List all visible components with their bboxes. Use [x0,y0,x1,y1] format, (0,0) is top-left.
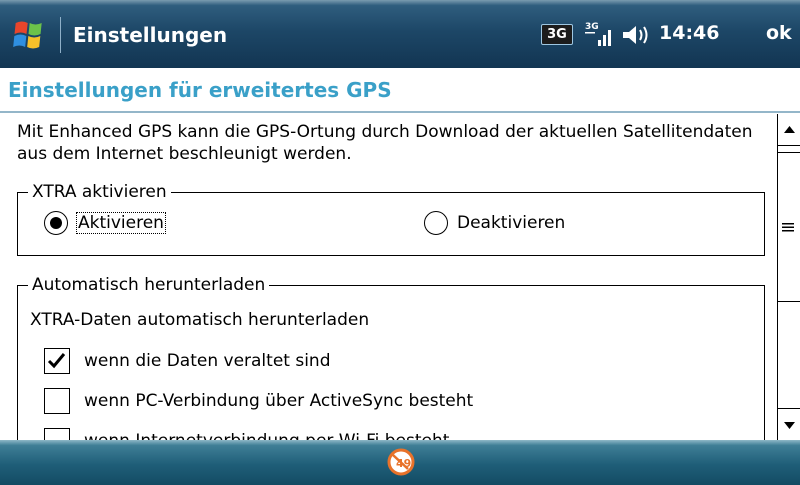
checkbox-activesync-label[interactable]: wenn PC-Verbindung über ActiveSync beste… [84,391,473,411]
description-text: Mit Enhanced GPS kann die GPS-Ortung dur… [17,122,753,164]
clock[interactable]: 14:46 [659,22,719,44]
scroll-down-button[interactable] [778,408,800,440]
svg-text:3G: 3G [585,22,599,32]
auto-download-group: Automatisch herunterladen XTRA-Daten aut… [17,274,765,440]
windows-start-icon[interactable] [6,14,58,56]
scroll-grip-icon [782,223,794,232]
checkbox-activesync[interactable] [44,388,70,414]
radio-deactivate-indicator[interactable] [424,211,448,235]
settings-content: Mit Enhanced GPS kann die GPS-Ortung dur… [0,113,768,440]
checkbox-outdated-row[interactable]: wenn die Daten veraltet sind [44,348,331,374]
auto-download-legend: Automatisch herunterladen [28,274,270,296]
bottom-bar: 49 [0,440,800,485]
radio-deactivate[interactable]: Deaktivieren [424,211,566,235]
xtra-activate-legend: XTRA aktivieren [28,181,171,203]
app-title: Einstellungen [73,23,228,47]
checkbox-wifi[interactable] [44,428,70,440]
title-bar: Einstellungen 3G 3G 14:46 ok [0,0,800,68]
auto-download-sublabel: XTRA-Daten automatisch herunterladen [30,310,370,330]
scroll-up-button[interactable] [778,114,800,146]
3g-icon[interactable]: 3G [541,24,573,45]
keyboard-icon[interactable]: 49 [386,447,416,477]
checkbox-activesync-row[interactable]: wenn PC-Verbindung über ActiveSync beste… [44,388,473,414]
svg-text:49: 49 [396,457,411,470]
checkbox-outdated[interactable] [44,348,70,374]
radio-activate-label[interactable]: Aktivieren [76,212,166,234]
checkbox-outdated-label[interactable]: wenn die Daten veraltet sind [84,351,331,371]
signal-strength-icon[interactable]: 3G [584,18,614,50]
title-separator [60,17,61,53]
radio-activate-indicator[interactable] [44,211,68,235]
speaker-icon[interactable] [621,22,653,48]
ok-button[interactable]: ok [766,22,792,44]
radio-deactivate-label[interactable]: Deaktivieren [456,213,566,233]
checkbox-wifi-row[interactable]: wenn Internetverbindung per Wi-Fi besteh… [44,428,449,440]
page-title: Einstellungen für erweitertes GPS [8,78,392,102]
checkbox-wifi-label[interactable]: wenn Internetverbindung per Wi-Fi besteh… [84,431,449,440]
scroll-thumb[interactable] [778,152,800,302]
vertical-scrollbar[interactable] [777,114,800,440]
radio-activate[interactable]: Aktivieren [44,211,166,235]
xtra-activate-group: XTRA aktivieren Aktivieren Deaktivieren [17,181,765,256]
